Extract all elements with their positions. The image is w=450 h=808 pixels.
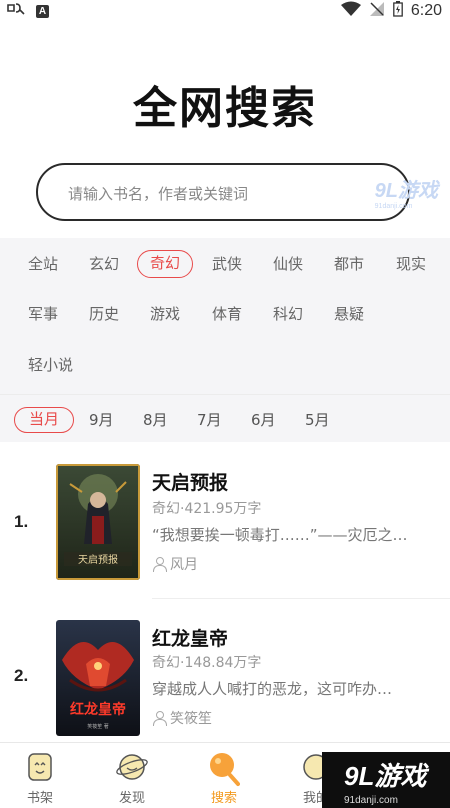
battery-icon <box>393 1 403 21</box>
category-item[interactable]: 悬疑 <box>334 300 364 328</box>
category-item[interactable]: 武侠 <box>212 250 242 278</box>
nav-discover[interactable]: 发现 <box>92 743 172 808</box>
wifi-icon <box>340 1 361 21</box>
page-title: 全网搜索 <box>133 83 317 134</box>
nav-label: 搜索 <box>210 791 237 806</box>
book-description: 穿越成人人喊打的恶龙，这可咋办… <box>152 680 393 698</box>
book-meta: 奇幻·148.84万字 <box>152 655 262 671</box>
watermark-logo: 9L游戏 91danji.com <box>374 180 438 210</box>
month-item-selected[interactable]: 当月 <box>14 407 75 433</box>
category-item-selected[interactable]: 奇幻 <box>137 250 194 278</box>
watermark-logo: 9L游戏 91danji.com <box>322 752 450 808</box>
month-filter: 当月 9月 8月 7月 6月 5月 <box>0 394 450 442</box>
text-a-icon: A <box>36 4 49 18</box>
category-item[interactable]: 现实 <box>396 250 426 278</box>
list-item[interactable]: 1. 天启预报 天启预报 奇幻·421.95万字 “我想要挨一顿毒打……”——灾… <box>0 452 450 602</box>
category-item[interactable]: 历史 <box>89 300 119 328</box>
app-logo-icon <box>6 2 26 20</box>
rank-number: 2. <box>14 666 29 685</box>
nav-bookshelf[interactable]: 书架 <box>0 743 80 808</box>
divider <box>152 598 450 599</box>
month-item[interactable]: 5月 <box>305 407 330 433</box>
category-item[interactable]: 仙侠 <box>273 250 303 278</box>
bookshelf-icon <box>24 751 56 783</box>
search-placeholder: 请输入书名，作者或关键词 <box>68 185 249 203</box>
discover-icon <box>116 751 148 783</box>
book-author: 笑筱笙 <box>152 708 212 728</box>
author-name: 风月 <box>170 557 198 573</box>
category-item[interactable]: 体育 <box>212 300 242 328</box>
book-title: 红龙皇帝 <box>152 628 229 650</box>
category-item[interactable]: 都市 <box>334 250 364 278</box>
category-item[interactable]: 科幻 <box>273 300 303 328</box>
book-meta: 奇幻·421.95万字 <box>152 501 262 517</box>
month-item[interactable]: 9月 <box>89 407 114 433</box>
author-name: 笑筱笙 <box>170 711 212 727</box>
category-filter: 全站 玄幻 奇幻 武侠 仙侠 都市 现实 军事 历史 游戏 体育 科幻 悬疑 轻… <box>0 238 450 394</box>
search-input[interactable]: 请输入书名，作者或关键词 <box>36 163 410 221</box>
book-title: 天启预报 <box>152 472 229 494</box>
nav-search[interactable]: 搜索 <box>184 743 264 808</box>
book-cover: 红龙皇帝 笑筱笙 著 <box>56 620 140 736</box>
category-item[interactable]: 轻小说 <box>28 351 73 379</box>
book-author: 风月 <box>152 554 198 574</box>
book-cover: 天启预报 <box>56 464 140 580</box>
month-item[interactable]: 7月 <box>197 407 222 433</box>
category-item[interactable]: 玄幻 <box>89 250 119 278</box>
month-item[interactable]: 6月 <box>251 407 276 433</box>
book-description: “我想要挨一顿毒打……”——灾厄之… <box>152 526 408 544</box>
month-item[interactable]: 8月 <box>143 407 168 433</box>
category-item[interactable]: 军事 <box>28 300 58 328</box>
category-item[interactable]: 游戏 <box>150 300 180 328</box>
svg-text:笑筱笙 著: 笑筱笙 著 <box>87 723 109 730</box>
person-icon <box>152 711 167 726</box>
list-item[interactable]: 2. 红龙皇帝 笑筱笙 著 红龙皇帝 奇幻·148.84万字 穿越成人人喊打的恶… <box>0 606 450 756</box>
clock: 6:20 <box>410 2 442 19</box>
rank-number: 1. <box>14 512 29 531</box>
nav-label: 书架 <box>26 791 53 806</box>
signal-off-icon <box>369 1 385 21</box>
status-bar: A 6:20 <box>0 0 450 20</box>
svg-text:红龙皇帝: 红龙皇帝 <box>70 701 126 718</box>
svg-text:天启预报: 天启预报 <box>78 553 118 566</box>
person-icon <box>152 557 167 572</box>
nav-label: 发现 <box>118 791 145 806</box>
search-icon <box>208 751 240 786</box>
category-item[interactable]: 全站 <box>28 250 58 278</box>
